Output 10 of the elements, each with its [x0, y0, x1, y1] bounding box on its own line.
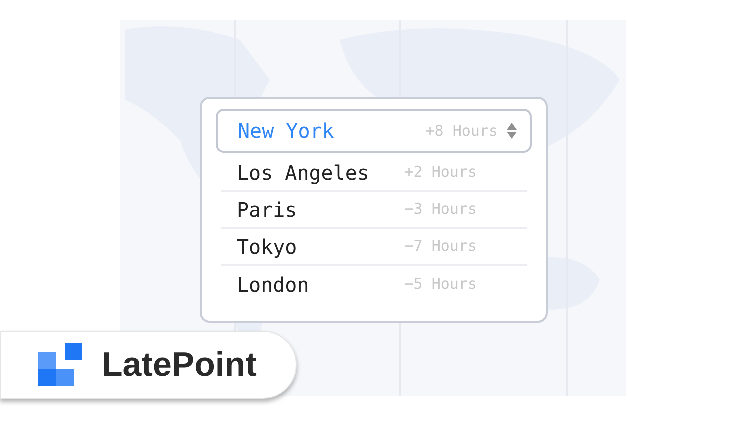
- sort-icon: [506, 122, 518, 140]
- timezone-option[interactable]: Tokyo −7 Hours: [221, 229, 527, 266]
- timezone-option[interactable]: London −5 Hours: [221, 266, 527, 303]
- logo-icon: [38, 343, 82, 387]
- timezone-select[interactable]: New York +8 Hours: [216, 109, 532, 153]
- timezone-option[interactable]: Los Angeles +2 Hours: [221, 155, 527, 192]
- city-name: New York: [238, 118, 336, 145]
- offset-text: +8 Hours: [426, 120, 498, 142]
- brand-name: LatePoint: [102, 344, 257, 386]
- timezone-option[interactable]: Paris −3 Hours: [221, 192, 527, 229]
